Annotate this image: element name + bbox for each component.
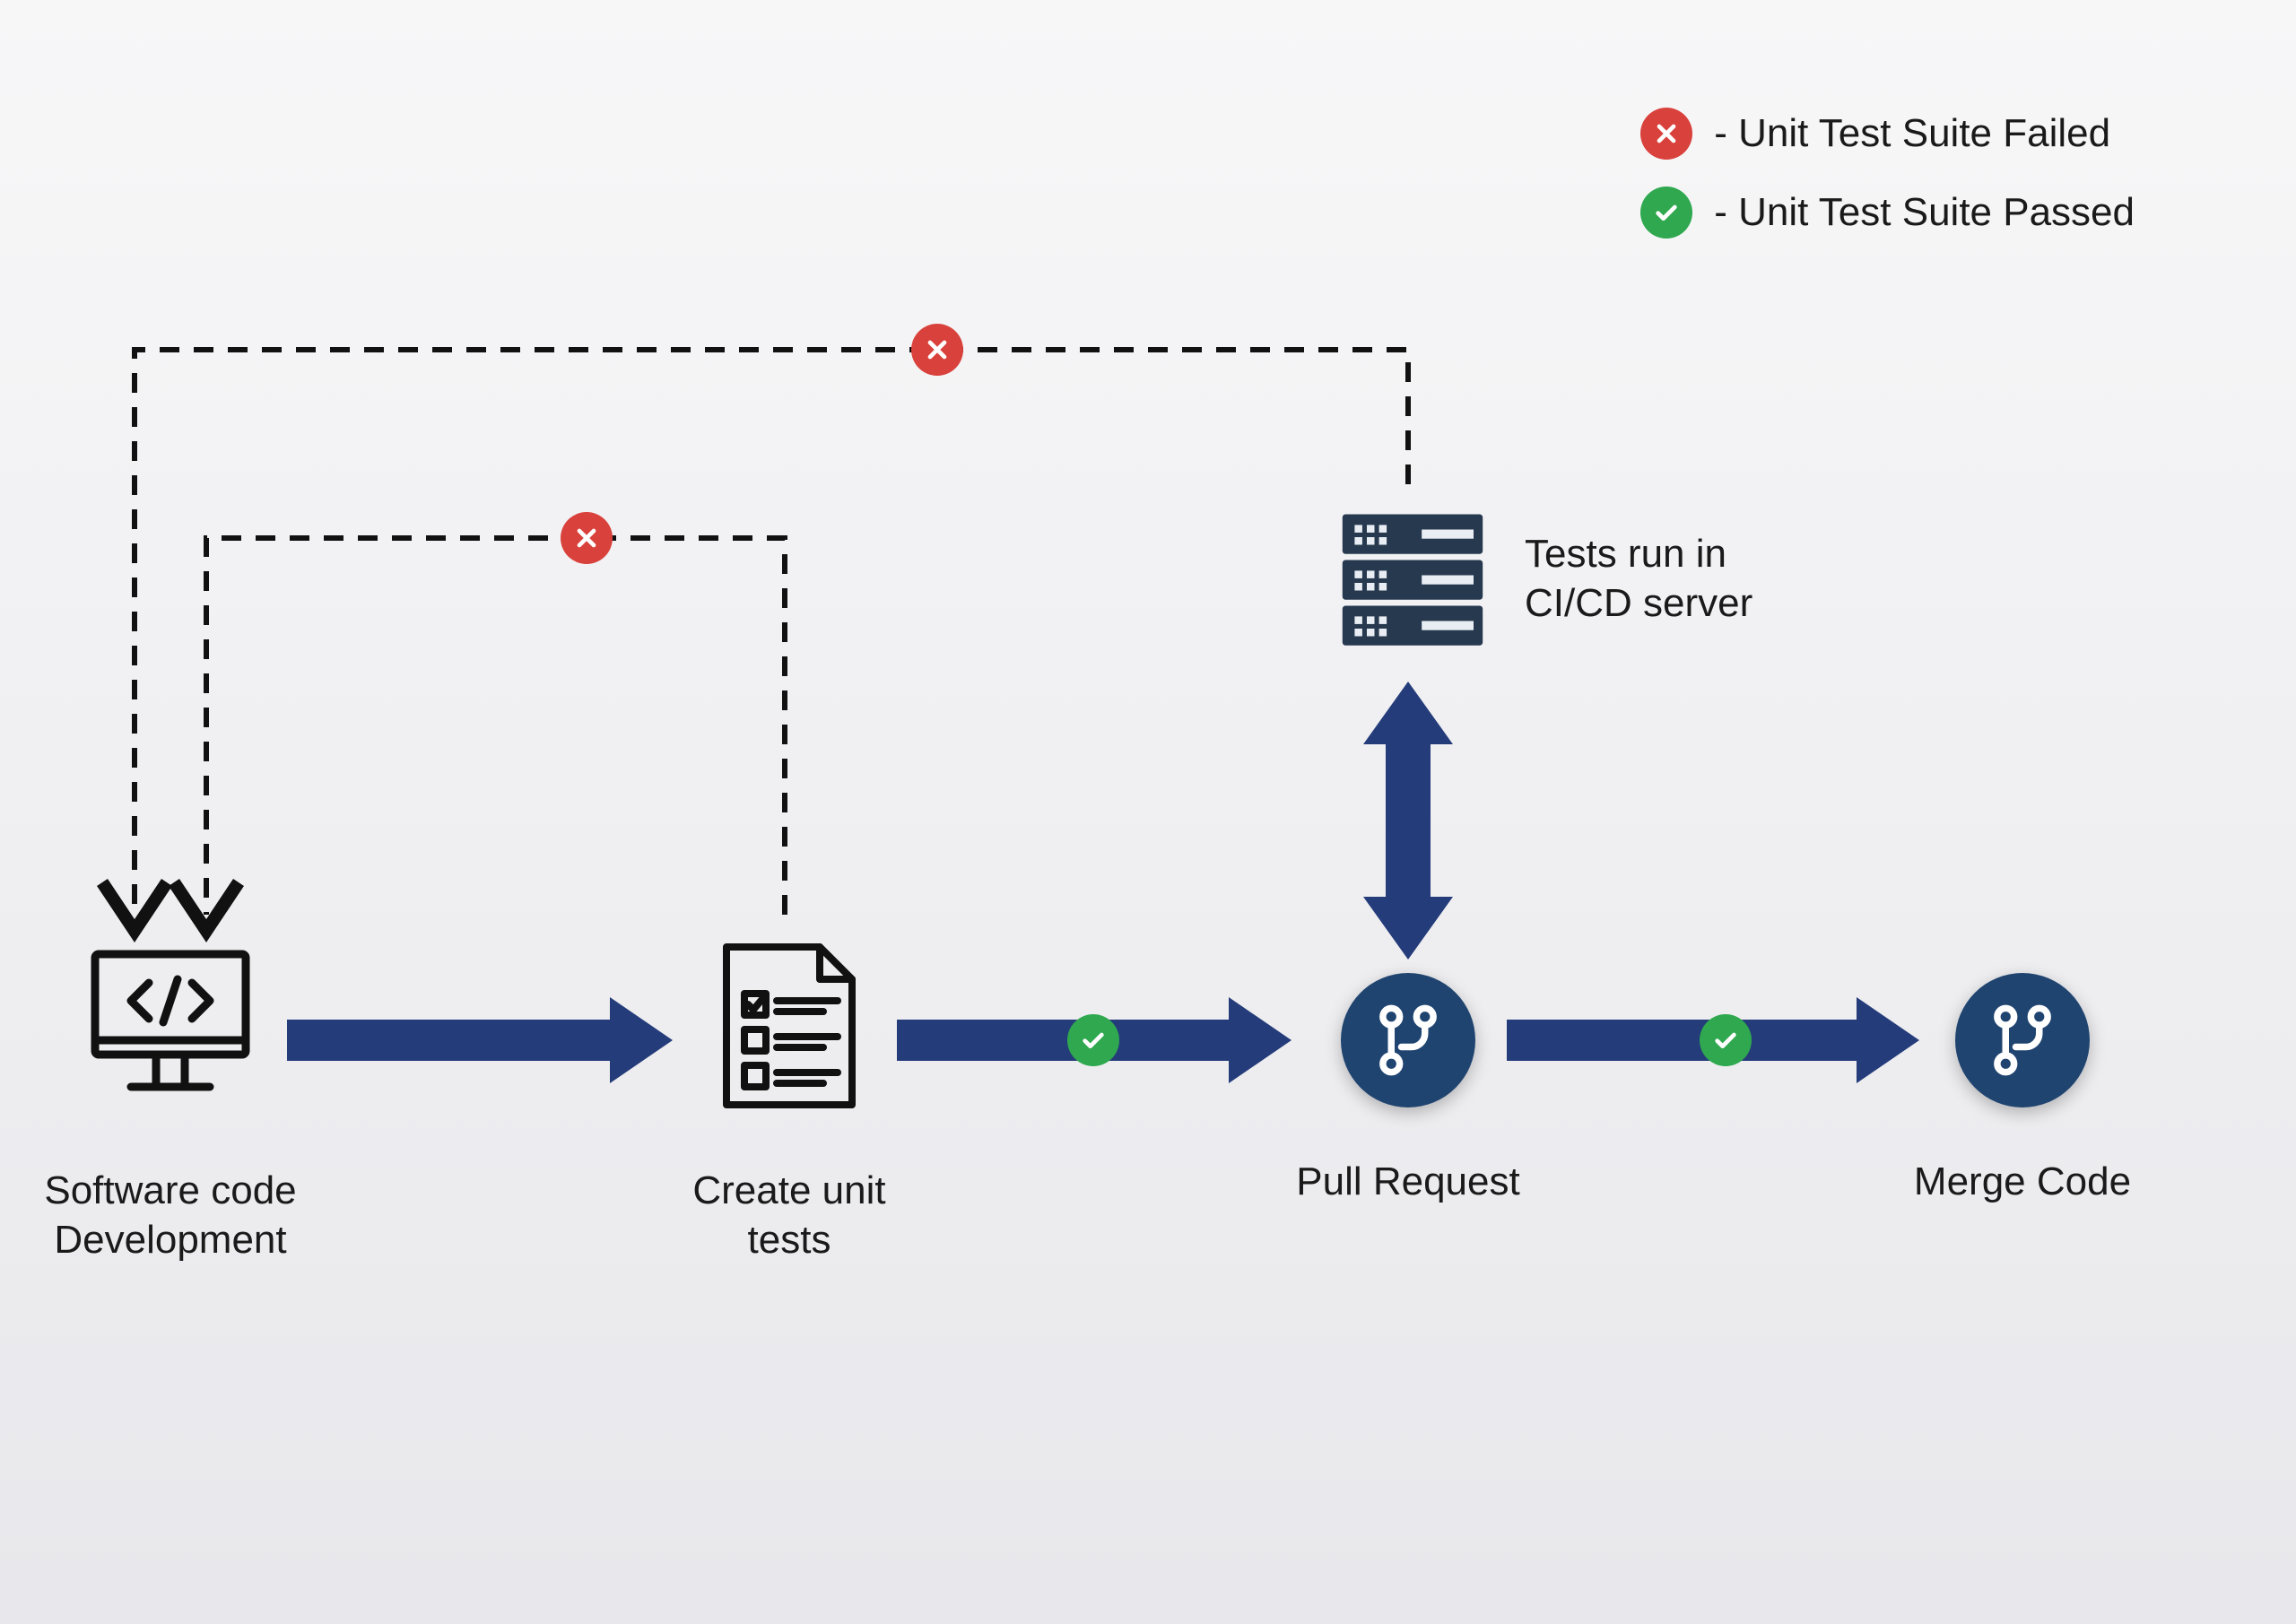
arrow-ci-to-pr [1363,682,1453,960]
connectors [0,0,2296,1624]
dashed-ci-to-dev [135,350,1408,915]
merge-label: Merge Code [1901,1157,2144,1206]
pass-badge-2 [1700,1014,1752,1066]
fail-badge-inner [561,512,613,564]
pr-label: Pull Request [1292,1157,1525,1206]
pass-badge-1 [1067,1014,1119,1066]
dev-icon [81,933,260,1116]
server-icon [1336,511,1489,659]
git-branch-icon [1368,1000,1448,1081]
pull-request-node [1341,973,1475,1107]
diagram-canvas: - Unit Test Suite Failed - Unit Test Sui… [0,0,2296,1624]
create-label: Create unit tests [664,1166,915,1264]
arrow-dev-to-create [287,997,673,1083]
dashed-create-to-dev [206,538,785,915]
git-merge-icon [1982,1000,2063,1081]
ci-label: Tests run in CI/CD server [1525,529,1776,628]
dev-label: Software code Development [36,1166,305,1264]
fail-badge-top [911,324,963,376]
checklist-icon [709,933,870,1125]
merge-node [1955,973,2090,1107]
